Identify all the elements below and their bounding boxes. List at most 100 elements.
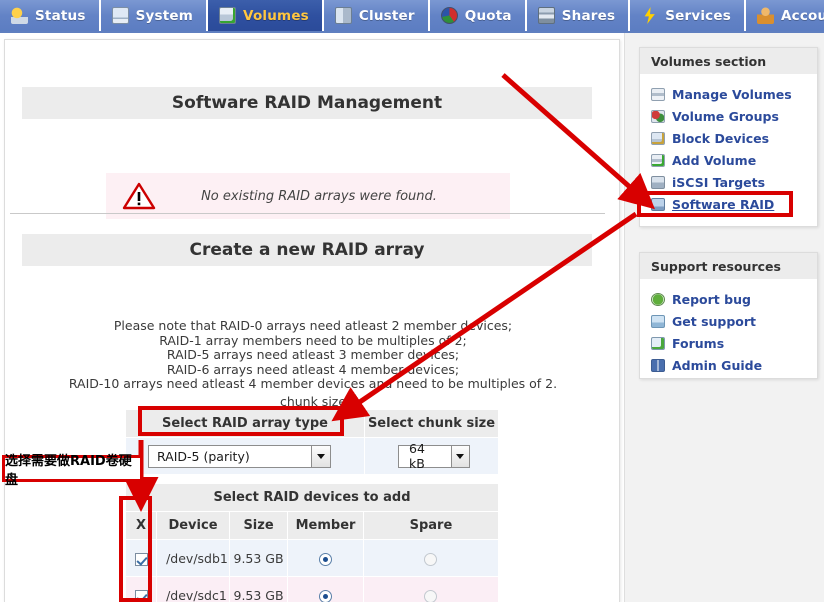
tab-quota[interactable]: Quota [429, 0, 527, 31]
note-line: RAID-6 arrays need atleast 4 member devi… [166, 361, 460, 377]
row-select-cell[interactable] [126, 539, 158, 577]
system-icon [111, 7, 129, 24]
sidebar-item-volume-groups[interactable]: Volume Groups [651, 105, 817, 127]
spare-cell[interactable] [363, 539, 498, 577]
note-line: RAID-1 array members need to be multiple… [159, 332, 467, 348]
raid-requirements-notes: Please note that RAID-0 arrays need atle… [5, 318, 621, 392]
tab-system[interactable]: System [100, 0, 209, 31]
tab-label: Shares [561, 7, 616, 24]
tab-cluster[interactable]: Cluster [323, 0, 430, 31]
spare-cell[interactable] [363, 576, 498, 602]
col-header-size: Size [229, 511, 289, 540]
support-resources-title: Support resources [640, 253, 817, 279]
report-bug-icon [651, 292, 665, 306]
sidebar-item-forums[interactable]: Forums [651, 332, 817, 354]
software-raid-icon [651, 197, 665, 211]
raid-type-cell: RAID-5 (parity) [126, 437, 365, 474]
sidebar-item-label: Add Volume [672, 152, 757, 168]
tab-accounts[interactable]: Accounts [745, 0, 824, 31]
app-window: Status System Volumes Cluster Quota Shar… [0, 0, 824, 602]
volumes-section-title: Volumes section [640, 48, 817, 74]
raid-type-select[interactable]: RAID-5 (parity) [148, 444, 331, 468]
status-icon [11, 7, 28, 24]
sidebar-item-label: Forums [672, 335, 725, 351]
col-header-member: Member [287, 511, 364, 540]
sidebar-item-label: Volume Groups [672, 108, 779, 124]
chevron-down-icon[interactable] [311, 445, 330, 467]
block-devices-icon [651, 131, 665, 145]
raid-type-value: RAID-5 (parity) [157, 448, 250, 464]
main-content-panel: Software RAID Management No existing RAI… [4, 39, 620, 602]
sidebar-item-admin-guide[interactable]: Admin Guide [651, 354, 817, 376]
chunk-size-select[interactable]: 64 kB [398, 441, 470, 471]
col-header-x: X [126, 511, 158, 540]
col-header-device: Device [156, 511, 230, 540]
sidebar-item-label: iSCSI Targets [672, 174, 766, 190]
sidebar-item-label: Software RAID [672, 196, 775, 212]
raid-type-header: Select RAID array type [126, 410, 365, 437]
device-checkbox[interactable] [134, 552, 148, 566]
col-header-spare: Spare [363, 511, 498, 540]
device-name: /dev/sdb1 [156, 539, 230, 577]
member-cell[interactable] [287, 576, 364, 602]
volume-groups-icon [651, 109, 665, 123]
accounts-icon [756, 7, 774, 24]
sidebar-item-iscsi-targets[interactable]: iSCSI Targets [651, 171, 817, 193]
device-checkbox[interactable] [134, 589, 148, 602]
raid-config-form: Select RAID array type Select chunk size… [126, 410, 498, 474]
get-support-icon [651, 314, 665, 328]
sidebar-item-get-support[interactable]: Get support [651, 310, 817, 332]
tab-label: Quota [464, 7, 512, 24]
tab-services[interactable]: Services [630, 0, 746, 31]
chevron-down-icon[interactable] [450, 445, 469, 467]
tab-label: Accounts [780, 7, 824, 24]
chunk-size-header: Select chunk size [365, 410, 498, 437]
table-row: /dev/sdb1 9.53 GB [126, 539, 498, 577]
member-radio[interactable] [319, 589, 333, 602]
note-line: RAID-10 arrays need atleast 4 member dev… [68, 376, 558, 392]
tab-shares[interactable]: Shares [526, 0, 631, 31]
device-name: /dev/sdc1 [156, 576, 230, 602]
support-resources-panel: Support resources Report bug Get support… [639, 252, 818, 379]
tab-label: Volumes [243, 7, 309, 24]
spare-radio[interactable] [424, 552, 438, 566]
sidebar-item-label: Manage Volumes [672, 86, 792, 102]
tab-label: Cluster [358, 7, 415, 24]
tab-label: Status [35, 7, 86, 24]
sidebar-item-manage-volumes[interactable]: Manage Volumes [651, 83, 817, 105]
spare-radio[interactable] [424, 589, 438, 602]
row-select-cell[interactable] [126, 576, 158, 602]
raid-devices-section: Select RAID devices to add X Device Size… [126, 484, 498, 602]
alert-message: No existing RAID arrays were found. [201, 188, 437, 204]
sidebar-item-block-devices[interactable]: Block Devices [651, 127, 817, 149]
main-tab-bar: Status System Volumes Cluster Quota Shar… [0, 0, 824, 33]
chunk-size-cell: 64 kB [365, 437, 498, 474]
support-resources-list: Report bug Get support Forums Admin Guid… [640, 279, 817, 376]
sidebar-item-label: Report bug [672, 291, 751, 307]
admin-guide-icon [651, 358, 665, 372]
member-cell[interactable] [287, 539, 364, 577]
sidebar-item-report-bug[interactable]: Report bug [651, 288, 817, 310]
devices-section-header: Select RAID devices to add [126, 484, 498, 511]
volumes-section-panel: Volumes section Manage Volumes Volume Gr… [639, 47, 818, 227]
tab-label: Services [665, 7, 731, 24]
tab-volumes[interactable]: Volumes [208, 0, 324, 31]
sidebar-item-add-volume[interactable]: Add Volume [651, 149, 817, 171]
shares-icon [537, 7, 555, 24]
member-radio[interactable] [319, 552, 333, 566]
note-line: RAID-5 arrays need atleast 3 member devi… [166, 347, 460, 363]
warning-triangle-icon [122, 181, 156, 211]
quota-icon [440, 7, 458, 24]
tab-status[interactable]: Status [0, 0, 101, 31]
services-icon [644, 7, 655, 24]
volumes-icon [219, 7, 237, 24]
sidebar-item-label: Admin Guide [672, 357, 763, 373]
manage-volumes-icon [651, 87, 665, 101]
sidebar-item-software-raid[interactable]: Software RAID [651, 193, 817, 215]
right-sidebar: Volumes section Manage Volumes Volume Gr… [624, 33, 824, 602]
raid-devices-table: X Device Size Member Spare /dev/sdb1 9.5… [126, 511, 498, 602]
add-volume-icon [651, 153, 665, 167]
forums-icon [651, 336, 665, 350]
tab-label: System [135, 7, 194, 24]
section-divider [10, 213, 605, 214]
